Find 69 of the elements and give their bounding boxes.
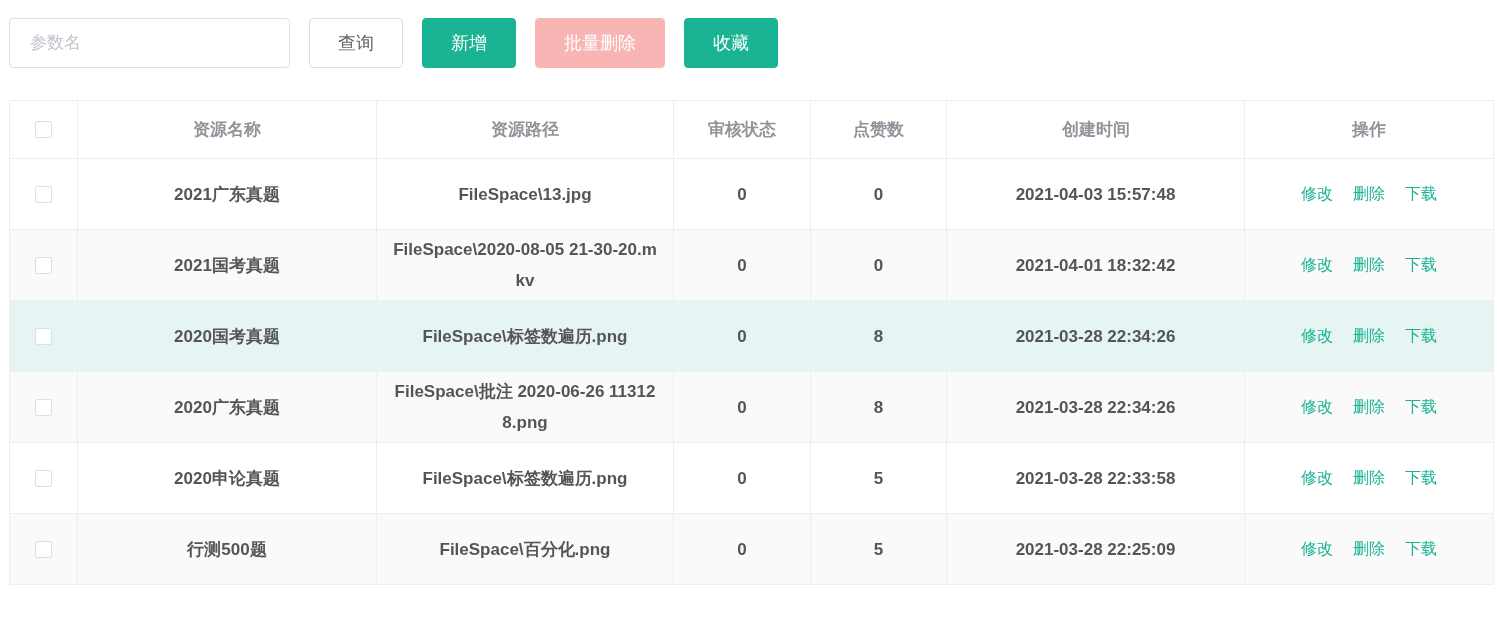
action-link[interactable]: 修改	[1301, 183, 1333, 205]
action-link[interactable]: 删除	[1353, 325, 1385, 347]
toolbar-button[interactable]: 收藏	[684, 18, 778, 68]
row-checkbox[interactable]	[35, 469, 52, 487]
table-cell-text: 0	[873, 183, 884, 206]
table-cell-text: 5	[873, 538, 884, 561]
table-row[interactable]: 2020国考真题 FileSpace\标签数遍历.png 0 8 2021-03-28 22:34:26 修改 删除 下载	[10, 301, 1494, 372]
table-cell-text: 2021国考真题	[174, 254, 280, 277]
table-row[interactable]: 2020广东真题 FileSpace\批注 2020-06-26 113128.png 0 8 2021-03-28 22:34:26 修改 删除 下载	[10, 372, 1494, 443]
action-link[interactable]: 下载	[1405, 467, 1437, 489]
table-cell-text: 0	[737, 467, 747, 490]
row-checkbox[interactable]	[35, 185, 52, 203]
row-checkbox[interactable]	[35, 256, 52, 274]
table-cell-text: FileSpace\标签数遍历.png	[422, 325, 628, 348]
table-cell-text: 2020广东真题	[174, 396, 280, 419]
table-cell-text: 8	[873, 325, 884, 348]
table-cell-text: 8	[873, 396, 884, 419]
table-cell-text: 0	[737, 325, 747, 348]
action-link[interactable]: 删除	[1353, 183, 1385, 205]
select-all-checkbox[interactable]	[35, 121, 52, 138]
table-cell-text: FileSpace\13.jpg	[458, 183, 592, 206]
row-checkbox[interactable]	[35, 398, 52, 416]
table-cell-text: 0	[737, 396, 747, 419]
action-link[interactable]: 删除	[1353, 254, 1385, 276]
action-link[interactable]: 下载	[1405, 183, 1437, 205]
table-cell-text: 0	[737, 183, 747, 206]
action-link[interactable]: 下载	[1405, 396, 1437, 418]
table-cell-text: 2021-03-28 22:34:26	[1015, 396, 1176, 419]
table-cell-text: FileSpace\批注 2020-06-26 113128.png	[393, 381, 657, 434]
action-link[interactable]: 删除	[1353, 538, 1385, 560]
row-checkbox[interactable]	[35, 327, 52, 345]
table-cell-text: 2020国考真题	[174, 325, 280, 348]
action-link[interactable]: 修改	[1301, 325, 1333, 347]
action-link[interactable]: 修改	[1301, 538, 1333, 560]
toolbar-button[interactable]: 新增	[422, 18, 516, 68]
table-cell-text: 2021-04-01 18:32:42	[1015, 254, 1176, 277]
action-link[interactable]: 修改	[1301, 254, 1333, 276]
table-cell-text: FileSpace\2020-08-05 21-30-20.mkv	[392, 239, 658, 292]
table-cell-text: 2021-03-28 22:25:09	[1015, 538, 1176, 561]
table-cell-text: FileSpace\标签数遍历.png	[422, 467, 628, 490]
table-cell-text: 2021-03-28 22:33:58	[1015, 467, 1176, 490]
column-header: 创建时间	[1061, 119, 1130, 141]
search-field[interactable]: 参数名	[9, 18, 290, 68]
table-cell-text: 5	[873, 467, 884, 490]
table-cell-text: 2021-03-28 22:34:26	[1015, 325, 1176, 348]
table-cell-text: 0	[737, 538, 747, 561]
table-cell-text: 2021广东真题	[174, 183, 280, 206]
action-link[interactable]: 下载	[1405, 254, 1437, 276]
action-link[interactable]: 删除	[1353, 467, 1385, 489]
table-cell-text: 0	[737, 254, 747, 277]
table-cell-text: 2020申论真题	[174, 467, 280, 490]
action-link[interactable]: 下载	[1405, 538, 1437, 560]
column-header: 审核状态	[708, 119, 776, 141]
column-header: 点赞数	[853, 119, 904, 141]
table-row[interactable]: 行测500题 FileSpace\百分化.png 0 5 2021-03-28 22:25:09 修改 删除 下载	[10, 514, 1494, 585]
row-checkbox[interactable]	[35, 540, 52, 558]
action-link[interactable]: 修改	[1301, 396, 1333, 418]
table-cell-text: 0	[873, 254, 884, 277]
table-cell-text: 2021-04-03 15:57:48	[1015, 183, 1176, 206]
table-cell-text: FileSpace\百分化.png	[439, 538, 611, 561]
action-link[interactable]: 修改	[1301, 467, 1333, 489]
column-header: 操作	[1352, 119, 1386, 141]
table-cell-text: 行测500题	[187, 538, 267, 561]
action-link[interactable]: 删除	[1353, 396, 1385, 418]
action-link[interactable]: 下载	[1405, 325, 1437, 347]
column-header: 资源路径	[491, 119, 559, 141]
table-row[interactable]: 2021国考真题 FileSpace\2020-08-05 21-30-20.mkv 0 0 2021-04-01 18:32:42 修改 删除 下载	[10, 230, 1494, 301]
toolbar-button[interactable]: 查询	[309, 18, 403, 68]
column-header: 资源名称	[193, 119, 261, 141]
